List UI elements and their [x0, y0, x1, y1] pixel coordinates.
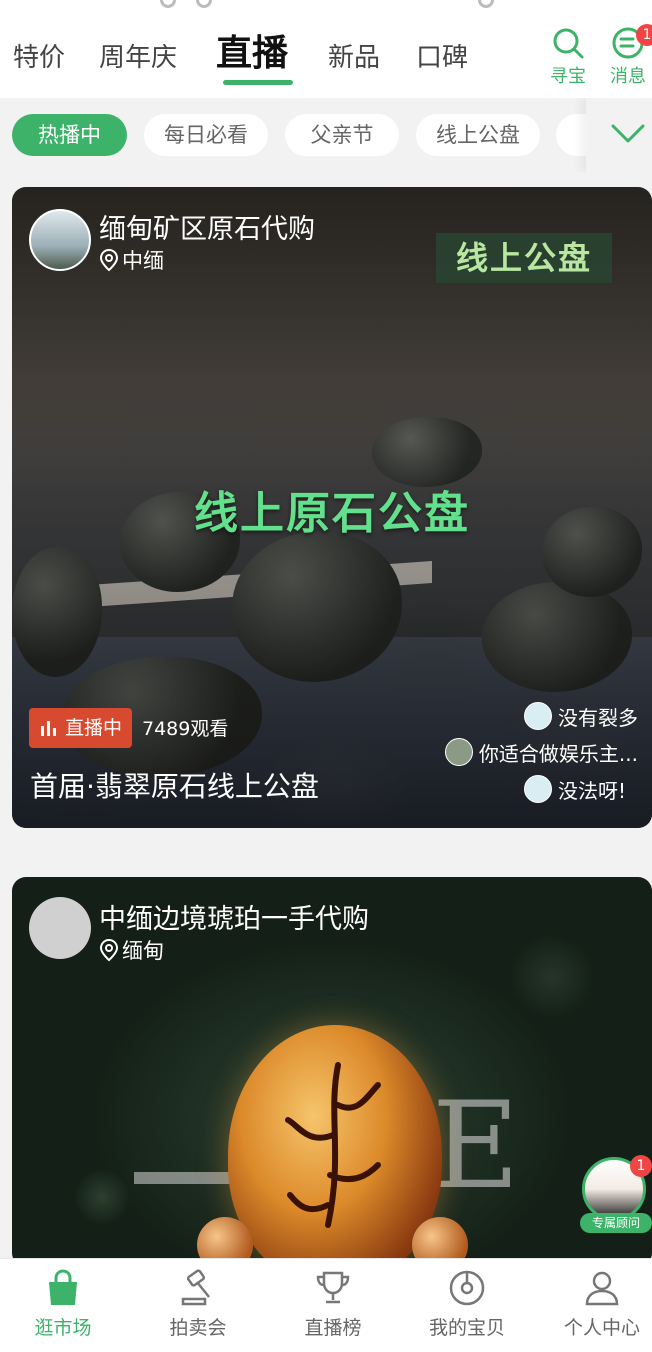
seller-avatar[interactable]: [29, 209, 91, 271]
location-text: 缅甸: [122, 939, 164, 963]
comment-text: 你适合做娱乐主...: [478, 741, 638, 766]
nav-label: 直播榜: [304, 1317, 362, 1339]
nav-auction[interactable]: 拍卖会: [143, 1269, 253, 1340]
location-text: 中缅: [122, 249, 164, 273]
search-label: 寻宝: [550, 66, 586, 87]
active-tab-indicator: [223, 80, 293, 85]
chevron-down-icon: [611, 124, 645, 143]
cover-headline: 线上原石公盘: [194, 488, 470, 539]
nav-my-treasures[interactable]: 我的宝贝: [412, 1269, 522, 1340]
consultant-badge: 1: [630, 1155, 652, 1177]
live-bars-icon: [41, 721, 56, 736]
shopping-bag-icon: [49, 1269, 77, 1305]
comment-text: 没有裂多: [558, 705, 638, 730]
comment-text: 没法呀!: [557, 778, 626, 803]
chip-hot-live[interactable]: 热播中: [12, 114, 127, 156]
commenter-avatar: [524, 702, 552, 730]
nav-profile[interactable]: 个人中心: [547, 1269, 652, 1340]
tab-special-price[interactable]: 特价: [13, 36, 65, 80]
amber-pendant-image: [228, 1025, 442, 1267]
nav-label: 拍卖会: [169, 1317, 227, 1339]
trophy-icon: [316, 1271, 350, 1304]
chip-fathers-day[interactable]: 父亲节: [285, 114, 399, 156]
app-screen: 特价 周年庆 直播 新品 口碑 寻宝 消息 1 热播中 每日必看 父亲节 线上公: [0, 0, 652, 1352]
personal-consultant-button[interactable]: 专属顾问 1: [580, 1155, 652, 1233]
consultant-label: 专属顾问: [580, 1213, 652, 1233]
viewer-count: 7489观看: [142, 718, 229, 740]
filter-chip-row: 热播中 每日必看 父亲节 线上公盘: [0, 98, 652, 172]
tab-reviews[interactable]: 口碑: [416, 36, 468, 80]
chat-comment: 你适合做娱乐主...: [444, 737, 638, 767]
commenter-avatar: [444, 738, 473, 766]
gavel-icon: [181, 1269, 210, 1306]
search-icon: [553, 28, 584, 59]
tab-live[interactable]: 直播: [216, 32, 288, 76]
bottom-tab-bar: 逛市场 拍卖会 直播榜 我的宝贝 个人中心: [0, 1258, 652, 1352]
status-icon: [160, 0, 176, 8]
cover-tag: 线上公盘: [436, 233, 612, 283]
status-icon: [478, 0, 494, 8]
live-status-text: 直播中: [65, 717, 123, 739]
chat-comment: 没法呀!: [523, 774, 626, 804]
chip-daily-must-see[interactable]: 每日必看: [144, 114, 268, 156]
stream-title: 首届·翡翠原石线上公盘: [30, 770, 319, 803]
location-pin-icon: [99, 938, 119, 962]
user-icon: [585, 1271, 619, 1306]
nav-label: 逛市场: [34, 1317, 92, 1339]
treasure-search-button[interactable]: 寻宝: [546, 26, 590, 88]
tab-anniversary[interactable]: 周年庆: [99, 36, 177, 80]
live-stream-card[interactable]: 缅甸矿区原石代购 中缅 线上公盘 线上原石公盘 直播中 7489观看 首届·翡翠…: [12, 187, 652, 828]
status-icon: [196, 0, 212, 8]
treasure-icon: [449, 1270, 485, 1306]
seller-name: 中缅边境琥珀一手代购: [99, 904, 369, 935]
expand-chips-button[interactable]: [586, 98, 652, 172]
chip-online-auction[interactable]: 线上公盘: [416, 114, 540, 156]
messages-unread-badge: 1: [636, 24, 652, 46]
live-status-badge: 直播中: [29, 708, 133, 748]
chat-comment: 没有裂多: [524, 701, 638, 731]
seller-name: 缅甸矿区原石代购: [99, 214, 315, 245]
cover-decoration: E: [432, 1077, 520, 1216]
location-pin-icon: [99, 248, 119, 272]
commenter-avatar: [523, 775, 552, 803]
amber-inclusion: [285, 1062, 381, 1228]
nav-live-ranking[interactable]: 直播榜: [278, 1269, 388, 1340]
seller-avatar[interactable]: [29, 897, 91, 959]
nav-market[interactable]: 逛市场: [8, 1269, 118, 1340]
seller-location: 中缅: [99, 245, 164, 275]
live-stream-card[interactable]: E 中缅边境琥珀一手代购 缅甸: [12, 877, 652, 1267]
messages-button[interactable]: 消息 1: [606, 24, 652, 88]
seller-location: 缅甸: [99, 935, 164, 965]
tab-new-products[interactable]: 新品: [328, 36, 380, 80]
nav-label: 个人中心: [563, 1317, 640, 1339]
messages-label: 消息: [610, 66, 646, 87]
top-tab-bar: 特价 周年庆 直播 新品 口碑 寻宝 消息 1: [0, 0, 652, 98]
nav-label: 我的宝贝: [428, 1317, 505, 1339]
